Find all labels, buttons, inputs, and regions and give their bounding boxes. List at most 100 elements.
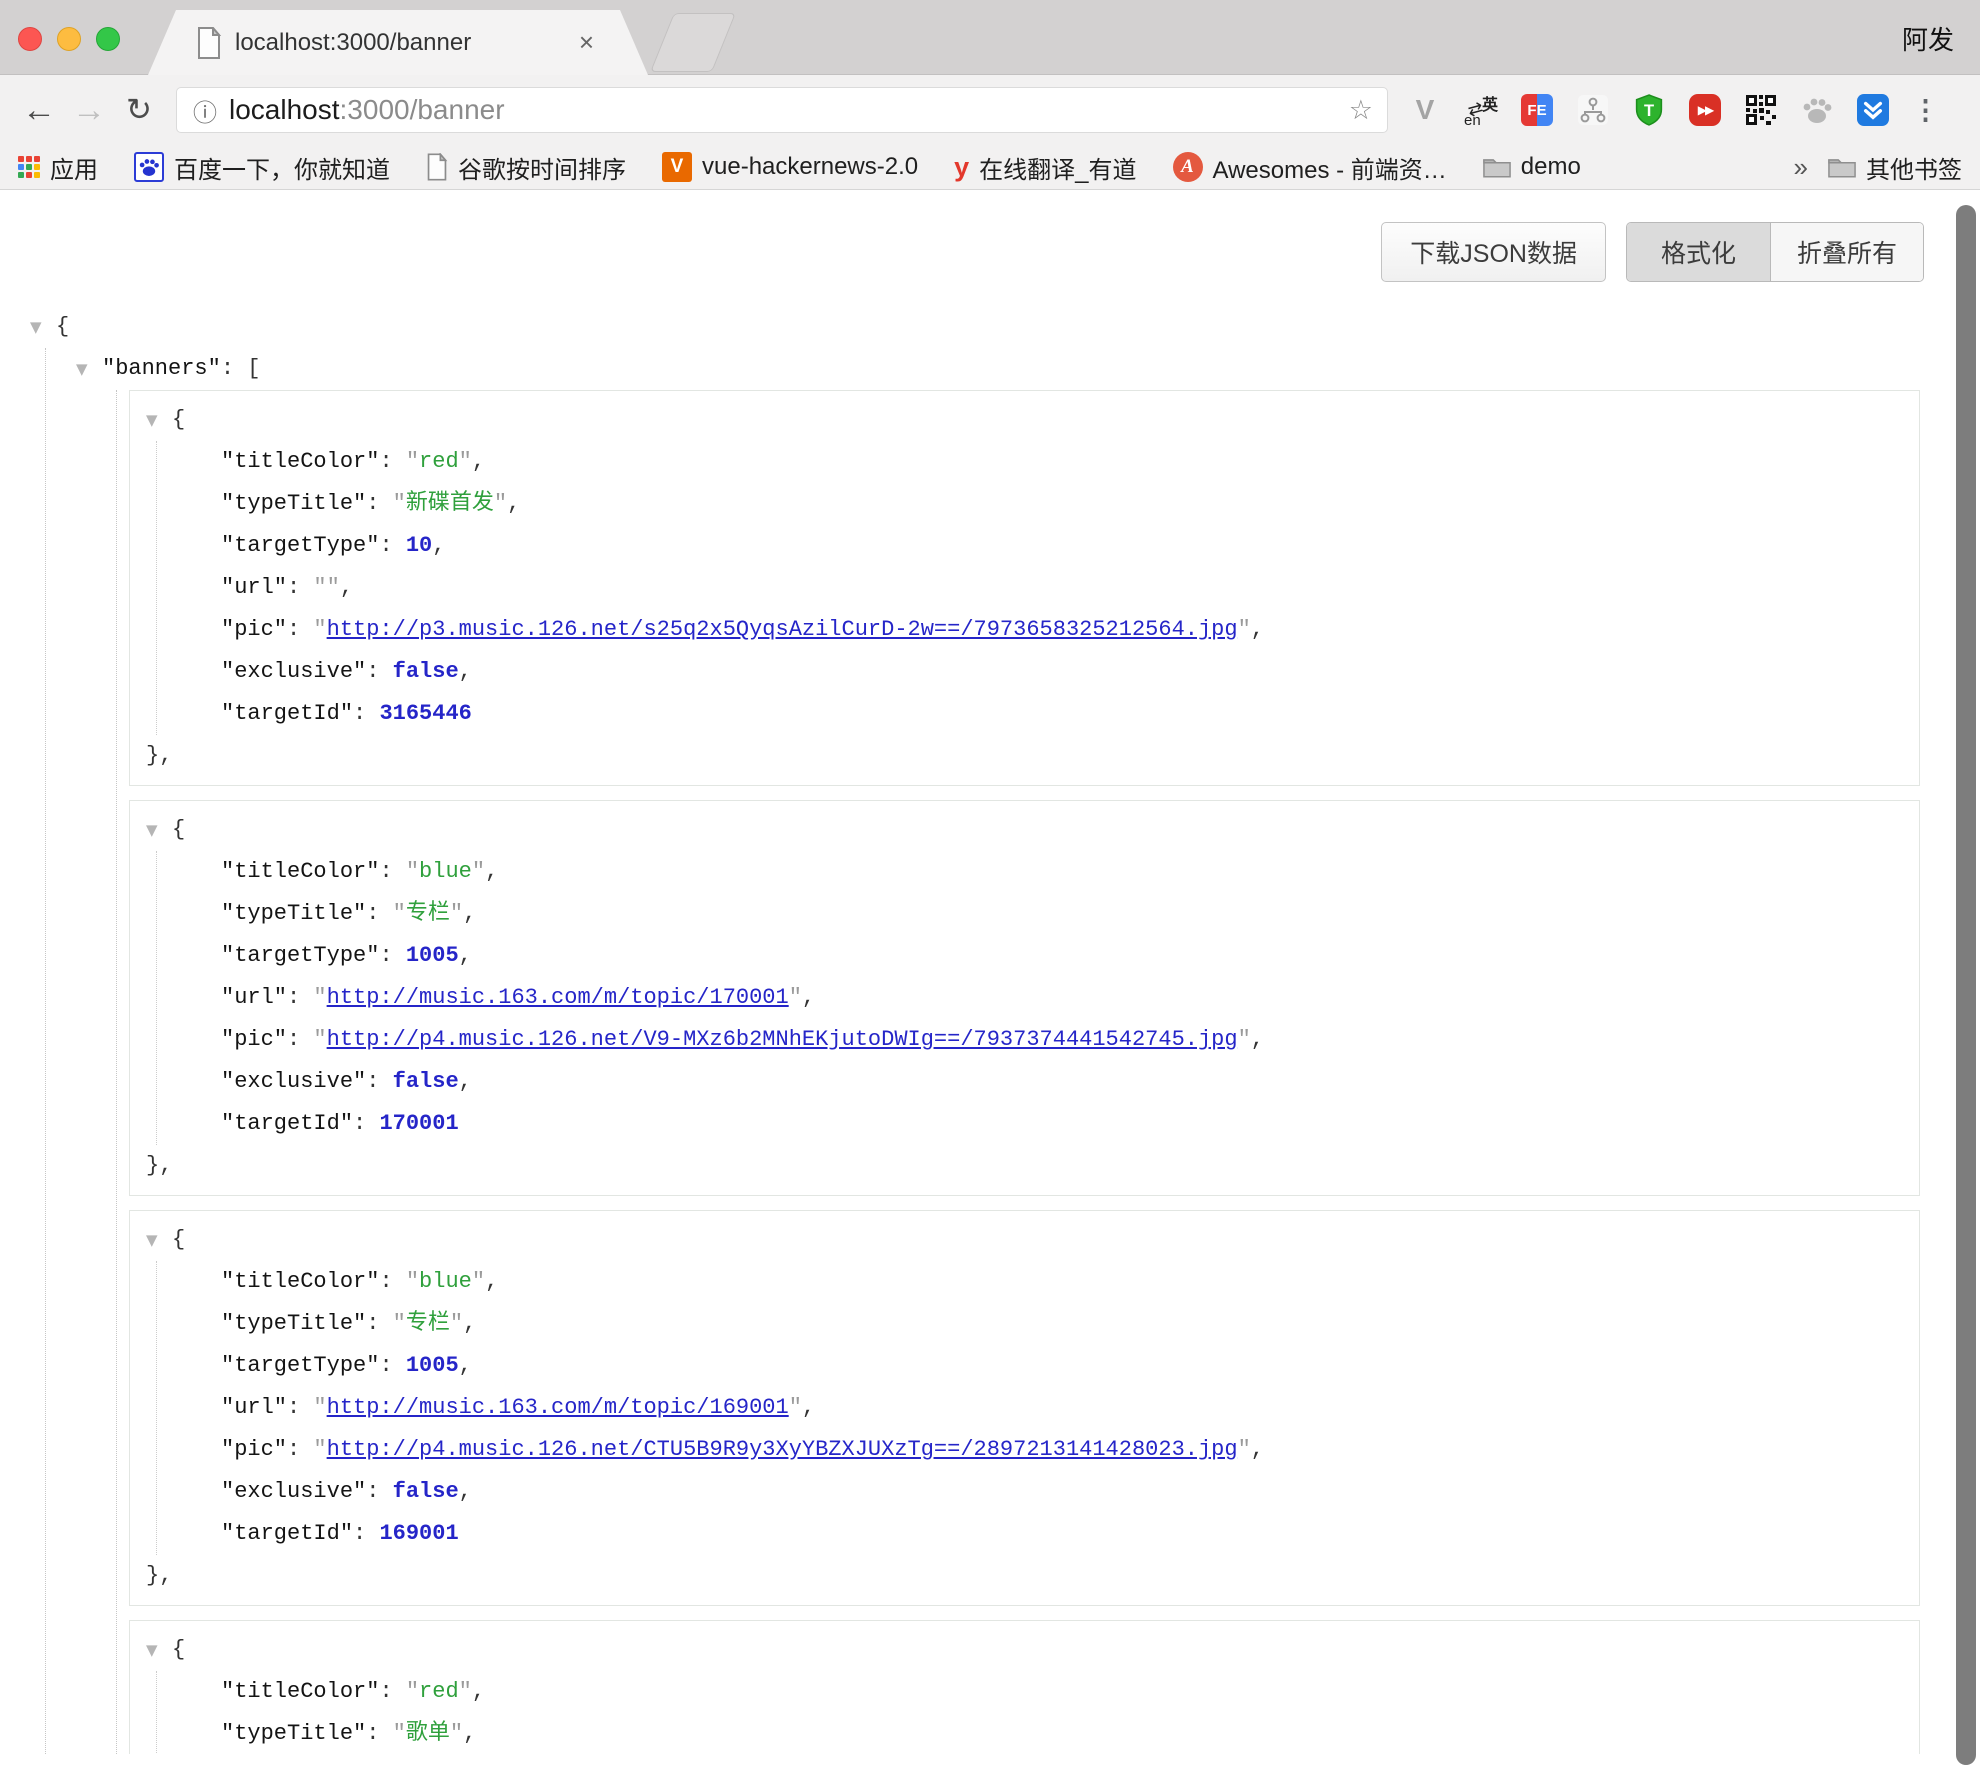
zoom-window-button[interactable]: [96, 27, 120, 51]
bookmark-google-sort[interactable]: 谷歌按时间排序: [426, 150, 626, 185]
close-tab-icon[interactable]: ×: [579, 27, 594, 57]
new-tab-button[interactable]: [650, 13, 736, 72]
scrollbar-thumb[interactable]: [1956, 205, 1976, 1765]
colon: :: [366, 1311, 392, 1336]
quote: ": [406, 449, 419, 474]
json-value-link[interactable]: http://p3.music.126.net/s25q2x5QyqsAzilC…: [327, 617, 1238, 642]
collapse-arrow-icon[interactable]: ▼: [146, 809, 172, 851]
video-speed-extension-icon[interactable]: ▶▶: [1688, 93, 1722, 127]
close-brace: },: [146, 1153, 172, 1178]
profile-name[interactable]: 阿发: [1902, 20, 1954, 57]
bookmark-other-folder[interactable]: 其他书签: [1828, 150, 1962, 185]
json-line-targetType: "targetType": 1005,: [221, 1345, 1919, 1387]
quote: ": [472, 1269, 485, 1294]
collapse-arrow-icon[interactable]: ▼: [76, 348, 102, 390]
colon: :: [379, 1679, 405, 1704]
json-line-typeTitle: "typeTitle": "歌单",: [221, 1713, 1919, 1754]
bookmark-baidu[interactable]: 百度一下，你就知道: [134, 150, 390, 185]
json-key: "targetType": [221, 533, 379, 558]
json-key: "targetType": [221, 1353, 379, 1378]
json-line-typeTitle: "typeTitle": "专栏",: [221, 1303, 1919, 1345]
json-key: "pic": [221, 617, 287, 642]
json-value-link[interactable]: http://p4.music.126.net/V9-MXz6b2MNhEKju…: [327, 1027, 1238, 1052]
apps-grid-icon: [18, 156, 40, 178]
window-controls: [18, 27, 120, 51]
json-value-link[interactable]: http://p4.music.126.net/CTU5B9R9y3XyYBZX…: [327, 1437, 1238, 1462]
bookmark-folder-demo[interactable]: demo: [1483, 153, 1581, 181]
comma: ,: [463, 1311, 476, 1336]
sitemap-extension-icon[interactable]: [1576, 93, 1610, 127]
collapse-arrow-icon[interactable]: ▼: [30, 306, 56, 348]
bookmark-vue-hackernews[interactable]: V vue-hackernews-2.0: [662, 152, 918, 182]
open-brace: {: [172, 407, 185, 432]
quote: ": [450, 1721, 463, 1746]
format-button[interactable]: 格式化: [1627, 223, 1771, 281]
quote: ": [789, 985, 802, 1010]
paw-extension-icon[interactable]: [1800, 93, 1834, 127]
forward-button[interactable]: →: [64, 91, 114, 130]
page-favicon-icon: [196, 27, 222, 59]
comma: ,: [802, 1395, 815, 1420]
json-line-exclusive: "exclusive": false,: [221, 1061, 1919, 1103]
json-array-item: ▼{ "titleColor": "red", "typeTitle": "新碟…: [129, 390, 1920, 786]
qr-code-extension-icon[interactable]: [1744, 93, 1778, 127]
folder-icon: [1483, 156, 1511, 178]
colon: :: [366, 901, 392, 926]
json-line-targetId: "targetId": 169001: [221, 1513, 1919, 1555]
collapse-arrow-icon[interactable]: ▼: [146, 1219, 172, 1261]
page-info-icon[interactable]: ⓘ: [193, 93, 217, 128]
json-line-titleColor: "titleColor": "blue",: [221, 1261, 1919, 1303]
comma: ,: [507, 491, 520, 516]
collapse-all-button[interactable]: 折叠所有: [1771, 223, 1923, 281]
browser-tab[interactable]: localhost:3000/banner ×: [148, 10, 648, 75]
json-value-link[interactable]: http://music.163.com/m/topic/170001: [327, 985, 789, 1010]
bookmarks-overflow-chevron[interactable]: »: [1794, 152, 1808, 183]
address-bar[interactable]: ⓘ localhost:3000/banner ☆: [176, 87, 1388, 133]
bookmark-youdao-translate[interactable]: y 在线翻译_有道: [954, 150, 1136, 185]
json-item-open: ▼{: [146, 1219, 1919, 1261]
json-key: "targetId": [221, 701, 353, 726]
open-brace: {: [172, 1227, 185, 1252]
json-item-close: },: [146, 1555, 1919, 1597]
json-value-string: 专栏: [406, 901, 450, 926]
download-json-button[interactable]: 下载JSON数据: [1381, 222, 1606, 282]
back-button[interactable]: ←: [14, 91, 64, 130]
json-line-targetType: "targetType": 10,: [221, 525, 1919, 567]
double-chevron-extension-icon[interactable]: [1856, 93, 1890, 127]
close-window-button[interactable]: [18, 27, 42, 51]
comma: ,: [340, 575, 353, 600]
json-line-titleColor: "titleColor": "red",: [221, 1671, 1919, 1713]
colon: :: [379, 1269, 405, 1294]
quote: ": [406, 1679, 419, 1704]
browser-menu-icon[interactable]: ⋮: [1912, 95, 1939, 126]
bookmark-awesomes[interactable]: A Awesomes - 前端资…: [1173, 150, 1447, 185]
quote: ": [459, 1679, 472, 1704]
bookmark-apps[interactable]: 应用: [18, 150, 98, 185]
quote: ": [393, 901, 406, 926]
colon: :: [379, 859, 405, 884]
bookmark-star-icon[interactable]: ☆: [1349, 95, 1373, 126]
tampermonkey-shield-icon[interactable]: T: [1632, 93, 1666, 127]
translate-extension-icon[interactable]: 英 ⇄ en: [1464, 93, 1498, 127]
vue-devtools-icon[interactable]: V: [1408, 93, 1442, 127]
quote: ": [1238, 1027, 1251, 1052]
comma: ,: [459, 1069, 472, 1094]
json-value-link[interactable]: http://music.163.com/m/topic/169001: [327, 1395, 789, 1420]
json-line-targetId: "targetId": 3165446: [221, 693, 1919, 735]
collapse-arrow-icon[interactable]: ▼: [146, 1629, 172, 1671]
json-key: "banners": [102, 356, 221, 381]
comma: ,: [459, 1479, 472, 1504]
punctuation: : [: [221, 356, 261, 381]
collapse-arrow-icon[interactable]: ▼: [146, 399, 172, 441]
vue-icon: V: [662, 152, 692, 182]
comma: ,: [1251, 1437, 1264, 1462]
fe-extension-icon[interactable]: FE: [1520, 93, 1554, 127]
quote: ": [313, 1395, 326, 1420]
minimize-window-button[interactable]: [57, 27, 81, 51]
colon: :: [366, 1069, 392, 1094]
json-value-boolean: false: [393, 659, 459, 684]
json-key: "pic": [221, 1437, 287, 1462]
reload-button[interactable]: ↻: [114, 92, 164, 128]
comma: ,: [802, 985, 815, 1010]
url-host: localhost: [229, 94, 340, 126]
